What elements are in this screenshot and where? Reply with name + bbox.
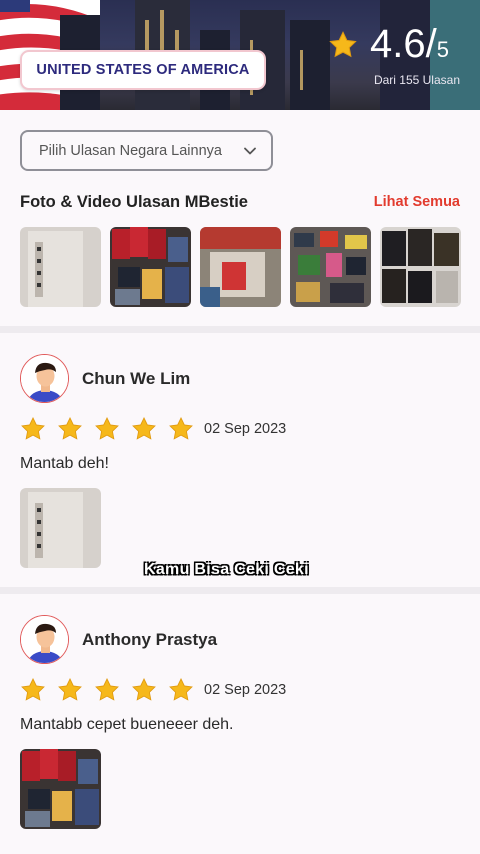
review-date: 02 Sep 2023 <box>204 682 287 698</box>
products-photo <box>290 227 371 307</box>
media-thumbnail[interactable] <box>20 227 101 307</box>
review-date: 02 Sep 2023 <box>204 421 287 437</box>
star-icon <box>95 677 119 701</box>
dropdown-label: Pilih Ulasan Negara Lainnya <box>39 142 222 159</box>
avatar <box>20 615 69 664</box>
media-thumbnail[interactable] <box>110 227 191 307</box>
video-caption: Kamu Bisa Ceki Ceki <box>144 561 309 578</box>
reviewer-name: Anthony Prastya <box>82 630 218 649</box>
media-thumbnail[interactable] <box>200 227 281 307</box>
media-thumbnail[interactable] <box>290 227 371 307</box>
media-section-title: Foto & Video Ulasan MBestie <box>20 193 248 211</box>
avatar <box>20 354 69 403</box>
products-photo <box>200 227 281 307</box>
rating-value: 4.6/5 <box>370 22 449 66</box>
review-text: Mantabb cepet bueneeer deh. <box>20 716 234 733</box>
country-badge: UNITED STATES OF AMERICA <box>20 50 266 90</box>
products-photo <box>380 227 461 307</box>
star-icon <box>169 677 193 701</box>
star-icon <box>169 416 193 440</box>
see-all-link[interactable]: Lihat Semua <box>374 194 460 210</box>
reviewer-name: Chun We Lim <box>82 369 191 388</box>
star-icon <box>95 416 119 440</box>
products-photo <box>110 227 191 307</box>
box-photo <box>20 488 101 568</box>
chevron-down-icon <box>244 147 256 155</box>
review-photo[interactable] <box>20 488 101 568</box>
header-banner: UNITED STATES OF AMERICA 4.6/5 Dari 155 … <box>0 0 480 110</box>
review-photo[interactable] <box>20 749 101 829</box>
country-select-dropdown[interactable]: Pilih Ulasan Negara Lainnya <box>20 130 273 171</box>
rating-summary: 4.6/5 Dari 155 Ulasan <box>328 20 460 100</box>
review-count: Dari 155 Ulasan <box>373 73 460 87</box>
star-icon <box>58 416 82 440</box>
section-divider <box>0 326 480 333</box>
star-icon <box>58 677 82 701</box>
section-divider <box>0 587 480 594</box>
star-icon <box>21 677 45 701</box>
box-photo <box>20 227 101 307</box>
star-icon <box>329 31 357 58</box>
products-photo <box>20 749 101 829</box>
media-thumbnail[interactable] <box>380 227 461 307</box>
building-silhouette <box>290 20 330 110</box>
star-icon <box>132 416 156 440</box>
rating-stars <box>20 416 194 442</box>
review-text: Mantab deh! <box>20 455 109 472</box>
rating-stars <box>20 677 194 703</box>
star-icon <box>21 416 45 440</box>
star-icon <box>132 677 156 701</box>
